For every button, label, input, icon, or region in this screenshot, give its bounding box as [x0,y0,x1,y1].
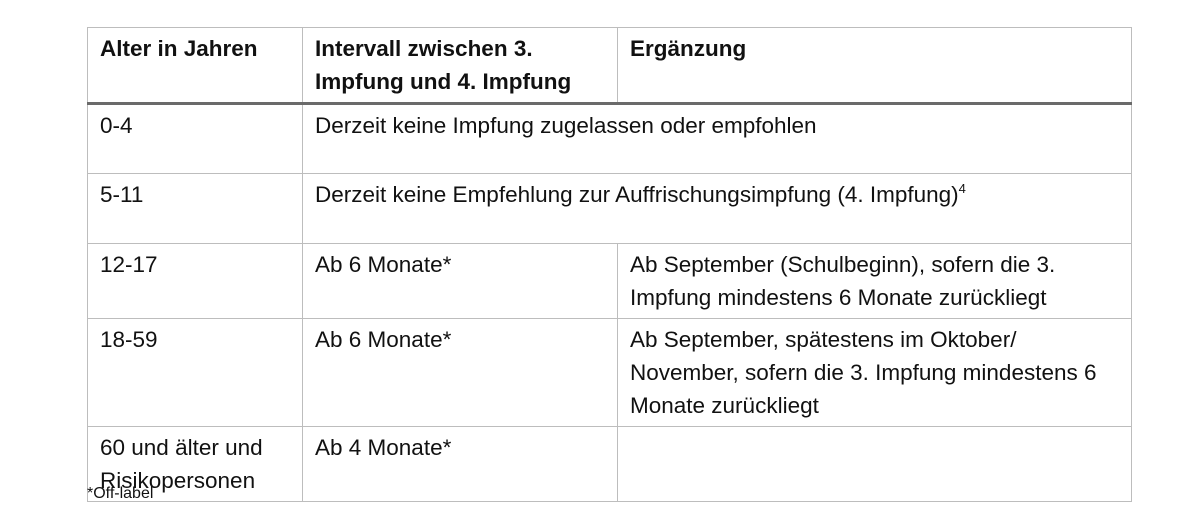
header-supplement: Ergänzung [617,27,1132,105]
cell-age: 18-59 [87,318,303,427]
cell-merged-note: Derzeit keine Empfehlung zur Auffrischun… [302,173,1132,244]
table-row: 5-11 Derzeit keine Empfehlung zur Auffri… [87,173,1132,244]
cell-age: 5-11 [87,173,303,244]
cell-note: Ab September (Schulbeginn), sofern die 3… [617,243,1132,319]
table-header-row: Alter in Jahren Intervall zwischen 3. Im… [87,27,1132,105]
header-interval: Intervall zwischen 3. Impfung und 4. Imp… [302,27,618,105]
cell-note [617,426,1132,502]
cell-interval: Ab 4 Monate* [302,426,618,502]
cell-merged-note: Derzeit keine Impfung zugelassen oder em… [302,103,1132,174]
cell-age: 12-17 [87,243,303,319]
table-row: 0-4 Derzeit keine Impfung zugelassen ode… [87,103,1132,174]
merged-note-text: Derzeit keine Empfehlung zur Auffrischun… [315,182,959,207]
table-row: 60 und älter und Risikopersonen Ab 4 Mon… [87,426,1132,502]
footnote-reference: 4 [958,181,966,196]
vaccination-schedule-table: Alter in Jahren Intervall zwischen 3. Im… [87,27,1132,502]
cell-interval: Ab 6 Monate* [302,318,618,427]
header-age: Alter in Jahren [87,27,303,105]
footnote: *Off-label [87,485,154,502]
cell-interval: Ab 6 Monate* [302,243,618,319]
cell-note: Ab September, spätestens im Oktober/ Nov… [617,318,1132,427]
document-page: Alter in Jahren Intervall zwischen 3. Im… [0,0,1200,522]
table-row: 18-59 Ab 6 Monate* Ab September, spätest… [87,318,1132,427]
table-row: 12-17 Ab 6 Monate* Ab September (Schulbe… [87,243,1132,319]
cell-age: 0-4 [87,103,303,174]
